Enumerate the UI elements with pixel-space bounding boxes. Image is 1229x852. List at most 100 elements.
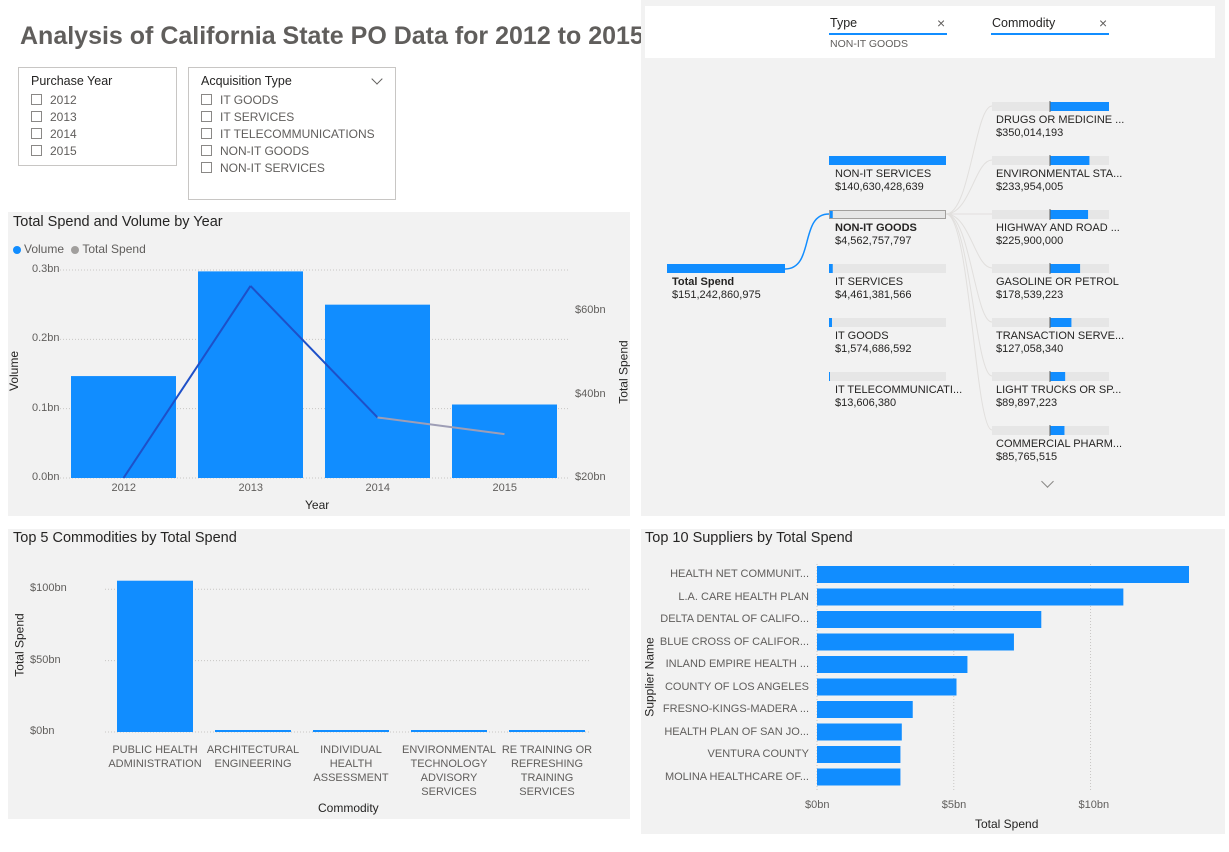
tree-l2-node[interactable]: DRUGS OR MEDICINE ... $350,014,193 — [996, 114, 1124, 140]
acquisition-type-option[interactable]: NON-IT GOODS — [201, 143, 309, 158]
supplier-bar[interactable] — [817, 746, 901, 763]
tree-l2-bar[interactable] — [1050, 372, 1066, 381]
supplier-bar[interactable] — [817, 611, 1042, 628]
tree-l1-node[interactable]: NON-IT SERVICES $140,630,428,639 — [835, 168, 931, 194]
tree-l1-name: NON-IT GOODS — [835, 222, 917, 234]
tree-l1-node[interactable]: IT SERVICES $4,461,381,566 — [835, 276, 911, 302]
purchase-year-option[interactable]: 2013 — [31, 109, 77, 124]
tree-l2-node[interactable]: TRANSACTION SERVE... $127,058,340 — [996, 330, 1124, 356]
purchase-year-option[interactable]: 2012 — [31, 92, 77, 107]
acquisition-type-option-label: IT SERVICES — [220, 109, 295, 124]
top-suppliers-chart[interactable] — [0, 0, 1189, 790]
supplier-bar[interactable] — [817, 768, 901, 786]
tree-l2-node[interactable]: ENVIRONMENTAL STA... $233,954,005 — [996, 168, 1122, 194]
x-tick-label: 2015 — [492, 482, 517, 494]
close-icon[interactable]: × — [937, 15, 945, 31]
checkbox[interactable] — [31, 94, 42, 105]
supplier-bar[interactable] — [817, 723, 902, 741]
tree-root-label[interactable]: Total Spend $151,242,860,975 — [672, 276, 761, 302]
acquisition-type-option[interactable]: IT SERVICES — [201, 109, 294, 124]
purchase-year-option-label: 2014 — [50, 126, 77, 141]
tree-l2-bar[interactable] — [1050, 264, 1081, 273]
supplier-bar[interactable] — [817, 566, 1189, 583]
supplier-bar[interactable] — [817, 701, 913, 718]
supplier-bar[interactable] — [817, 678, 957, 696]
tree-l2-name: COMMERCIAL PHARM... — [996, 438, 1123, 450]
checkbox[interactable] — [31, 128, 42, 139]
acquisition-type-option[interactable]: IT GOODS — [201, 92, 278, 107]
tree-l1-track — [829, 210, 946, 219]
checkbox[interactable] — [201, 145, 212, 156]
volume-bar[interactable] — [198, 271, 303, 478]
close-icon[interactable]: × — [1099, 15, 1107, 31]
acquisition-type-option[interactable]: IT TELECOMMUNICATIONS — [201, 126, 375, 141]
tree-l1-value: $4,562,757,797 — [835, 235, 912, 247]
tree-l2-bar[interactable] — [1050, 426, 1065, 435]
checkbox[interactable] — [201, 162, 212, 173]
acquisition-type-slicer[interactable]: Acquisition Type IT GOODS IT SERVICES IT T… — [188, 67, 396, 200]
tree-connector — [945, 213, 993, 269]
tree-l1-value: $4,461,381,566 — [835, 289, 912, 301]
commodity-bar[interactable] — [509, 730, 585, 732]
y-tick-label: 0.1bn — [32, 401, 60, 414]
acquisition-type-option[interactable]: NON-IT SERVICES — [201, 160, 325, 175]
x-tick-label: ENVIRONMENTAL TECHNOLOGY ADVISORY SERVIC… — [402, 744, 496, 798]
tree-l1-bar[interactable] — [829, 156, 946, 165]
tree-root-name: Total Spend — [672, 276, 735, 288]
tree-connector — [945, 159, 993, 215]
checkbox[interactable] — [31, 111, 42, 122]
purchase-year-slicer[interactable]: Purchase Year 2012 2013 2014 2015 — [18, 67, 177, 166]
volume-bar[interactable] — [71, 376, 176, 478]
tree-l1-node[interactable]: IT TELECOMMUNICATI... $13,606,380 — [835, 384, 962, 410]
x-tick-label: 2012 — [111, 482, 136, 494]
tree-l1-bar[interactable] — [829, 264, 833, 273]
year-axis-title: Year — [305, 498, 330, 512]
supplier-bar[interactable] — [817, 656, 968, 673]
volume-bar[interactable] — [452, 404, 557, 478]
tree-l2-value: $233,954,005 — [996, 181, 1064, 193]
top-commodities-title: Top 5 Commodities by Total Spend — [13, 530, 237, 546]
commodity-bar[interactable] — [117, 580, 193, 732]
supplier-bar[interactable] — [817, 633, 1014, 651]
tree-l1-value: $140,630,428,639 — [835, 181, 924, 193]
chevron-down-icon[interactable] — [371, 73, 383, 85]
tree-l2-node[interactable]: GASOLINE OR PETROL $178,539,223 — [996, 276, 1119, 302]
tree-l2-bar[interactable] — [1050, 318, 1072, 327]
acquisition-type-slicer-title: Acquisition Type — [201, 74, 292, 88]
tree-l1-bar[interactable] — [829, 372, 830, 381]
tree-l1-node[interactable]: NON-IT GOODS $4,562,757,797 — [835, 222, 917, 248]
supplier-bar[interactable] — [817, 588, 1124, 606]
filter-commodity-underline — [991, 33, 1109, 35]
purchase-year-option[interactable]: 2014 — [31, 126, 77, 141]
commodity-bar[interactable] — [411, 730, 487, 732]
top-suppliers-title: Top 10 Suppliers by Total Spend — [645, 530, 853, 546]
checkbox[interactable] — [31, 145, 42, 156]
commodity-bar[interactable] — [313, 730, 389, 732]
tree-l2-bar[interactable] — [1050, 156, 1090, 165]
tree-l2-bar[interactable] — [1050, 102, 1109, 111]
checkbox[interactable] — [201, 94, 212, 105]
tree-l2-node[interactable]: HIGHWAY AND ROAD ... $225,900,000 — [996, 222, 1120, 248]
tree-l2-node[interactable]: LIGHT TRUCKS OR SP... $89,897,223 — [996, 384, 1121, 410]
tree-l2-bar[interactable] — [1050, 210, 1089, 219]
filter-type-label: Type — [830, 16, 858, 30]
y-tick-label: 0.0bn — [32, 471, 60, 483]
commodity-bar[interactable] — [215, 730, 291, 732]
x-tick-label: $0bn — [805, 799, 830, 811]
x-tick-label: 2014 — [365, 482, 390, 494]
purchase-year-option[interactable]: 2015 — [31, 143, 77, 158]
tree-connector — [945, 105, 993, 215]
tree-l2-node[interactable]: COMMERCIAL PHARM... $85,765,515 — [996, 438, 1122, 464]
y-tick-label: BLUE CROSS OF CALIFOR... — [659, 635, 809, 648]
tree-connector — [945, 213, 993, 377]
tree-l1-bar[interactable] — [829, 318, 832, 327]
checkbox[interactable] — [201, 128, 212, 139]
acquisition-type-option-label: NON-IT GOODS — [220, 143, 310, 158]
tree-l1-node[interactable]: IT GOODS $1,574,686,592 — [835, 330, 911, 356]
x-tick-label: $5bn — [941, 799, 967, 811]
tree-root-bar[interactable] — [667, 264, 785, 273]
tree-l2-value: $89,897,223 — [996, 397, 1058, 409]
volume-bar[interactable] — [325, 304, 430, 478]
checkbox[interactable] — [201, 111, 212, 122]
tree-l1-name: IT GOODS — [835, 330, 889, 342]
